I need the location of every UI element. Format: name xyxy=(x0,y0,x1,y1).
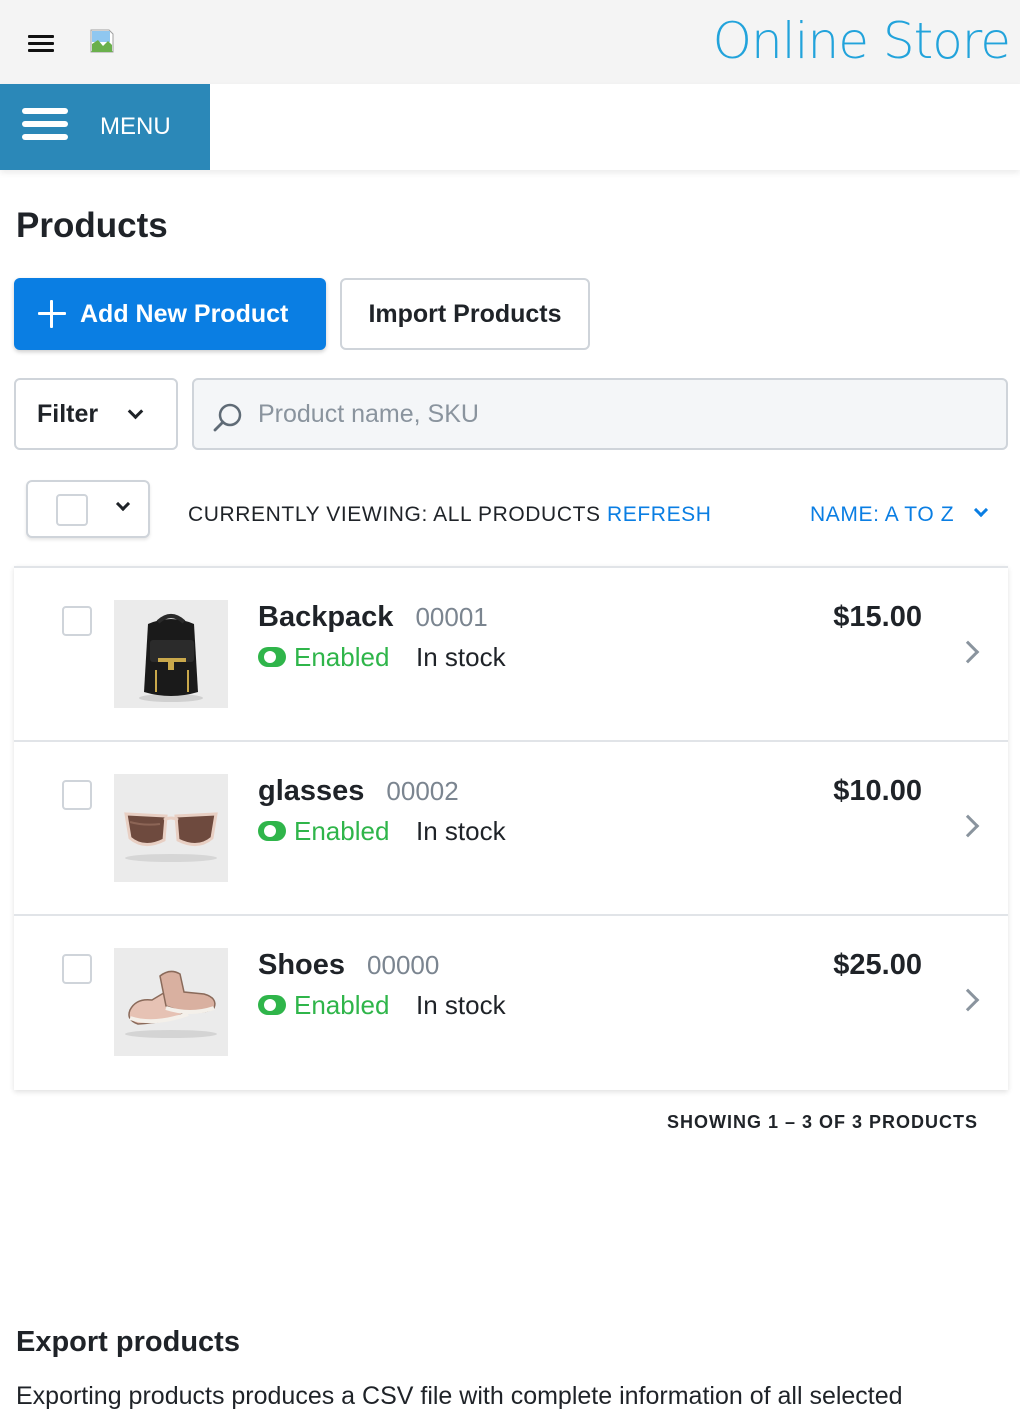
hamburger-menu-icon[interactable] xyxy=(28,35,54,55)
product-list: Backpack 00001 Enabled In stock $15.00 gl… xyxy=(14,566,1008,1090)
export-products-description: Exporting products produces a CSV file w… xyxy=(16,1382,903,1410)
enabled-toggle-icon xyxy=(258,647,286,668)
product-thumbnail-glasses xyxy=(114,774,228,882)
product-status: Enabled xyxy=(258,642,389,672)
product-checkbox[interactable] xyxy=(62,954,92,984)
status-text: Enabled xyxy=(294,816,390,846)
status-text: Enabled xyxy=(294,990,390,1020)
bulk-select-dropdown[interactable] xyxy=(26,480,150,538)
filter-label: Filter xyxy=(37,400,99,428)
shoes-image xyxy=(125,970,217,1038)
chevron-down-icon xyxy=(127,403,144,420)
search-box xyxy=(192,378,1008,450)
stock-status: In stock xyxy=(416,990,506,1020)
product-price: $15.00 xyxy=(833,601,922,633)
product-row[interactable]: Backpack 00001 Enabled In stock $15.00 xyxy=(14,568,1008,742)
product-sku: 00002 xyxy=(386,776,459,806)
product-name: glasses 00002 xyxy=(258,774,459,808)
chevron-right-icon xyxy=(956,988,980,1012)
product-row[interactable]: Shoes 00000 Enabled In stock $25.00 xyxy=(14,916,1008,1090)
menu-bar: MENU xyxy=(0,84,1020,170)
sort-label: NAME: A TO Z xyxy=(810,503,955,526)
import-products-button[interactable]: Import Products xyxy=(340,278,590,350)
product-status: Enabled xyxy=(258,990,389,1020)
menu-label: MENU xyxy=(100,113,171,140)
product-thumbnail-backpack xyxy=(114,600,228,708)
sort-dropdown[interactable]: NAME: A TO Z xyxy=(810,502,989,528)
search-icon xyxy=(213,403,242,432)
select-all-checkbox[interactable] xyxy=(56,494,88,526)
product-name: Shoes 00000 xyxy=(258,948,439,982)
menu-icon xyxy=(22,108,68,144)
product-name: Backpack 00001 xyxy=(258,600,488,634)
pagination-summary: SHOWING 1 – 3 OF 3 PRODUCTS xyxy=(666,1112,978,1132)
stock-status: In stock xyxy=(416,642,506,672)
product-name-text: Shoes xyxy=(258,949,346,981)
product-row[interactable]: glasses 00002 Enabled In stock $10.00 xyxy=(14,742,1008,916)
status-text: Enabled xyxy=(294,642,390,672)
product-sku: 00001 xyxy=(415,602,488,632)
enabled-toggle-icon xyxy=(258,821,286,842)
stock-status: In stock xyxy=(416,816,506,846)
chevron-right-icon xyxy=(956,640,980,664)
chevron-right-icon xyxy=(956,814,980,838)
product-status: Enabled xyxy=(258,816,389,846)
store-title: Online Store xyxy=(712,12,1011,70)
add-new-product-button[interactable]: Add New Product xyxy=(14,278,326,350)
product-thumbnail-shoes xyxy=(114,948,228,1056)
product-checkbox[interactable] xyxy=(62,606,92,636)
sunglasses-image xyxy=(124,812,218,862)
page-title: Products xyxy=(16,206,168,245)
product-sku: 00000 xyxy=(367,950,440,980)
product-price: $25.00 xyxy=(833,949,922,981)
top-bar: Online Store xyxy=(0,0,1020,84)
product-checkbox[interactable] xyxy=(62,780,92,810)
currently-viewing-label: CURRENTLY VIEWING: ALL PRODUCTS xyxy=(188,503,601,526)
filter-dropdown[interactable]: Filter xyxy=(14,378,178,450)
export-products-heading: Export products xyxy=(16,1326,240,1358)
plus-icon xyxy=(38,300,66,328)
import-products-label: Import Products xyxy=(368,300,562,328)
product-name-text: Backpack xyxy=(258,601,394,633)
refresh-link[interactable]: REFRESH xyxy=(607,502,712,528)
product-price: $10.00 xyxy=(833,775,922,807)
enabled-toggle-icon xyxy=(258,995,286,1016)
broken-image-icon xyxy=(90,29,114,53)
search-input[interactable] xyxy=(258,392,978,436)
add-new-product-label: Add New Product xyxy=(80,300,289,328)
chevron-down-icon xyxy=(973,502,989,518)
product-name-text: glasses xyxy=(258,775,365,807)
backpack-image xyxy=(139,614,203,702)
chevron-down-icon xyxy=(115,496,131,512)
menu-button[interactable]: MENU xyxy=(0,84,210,170)
